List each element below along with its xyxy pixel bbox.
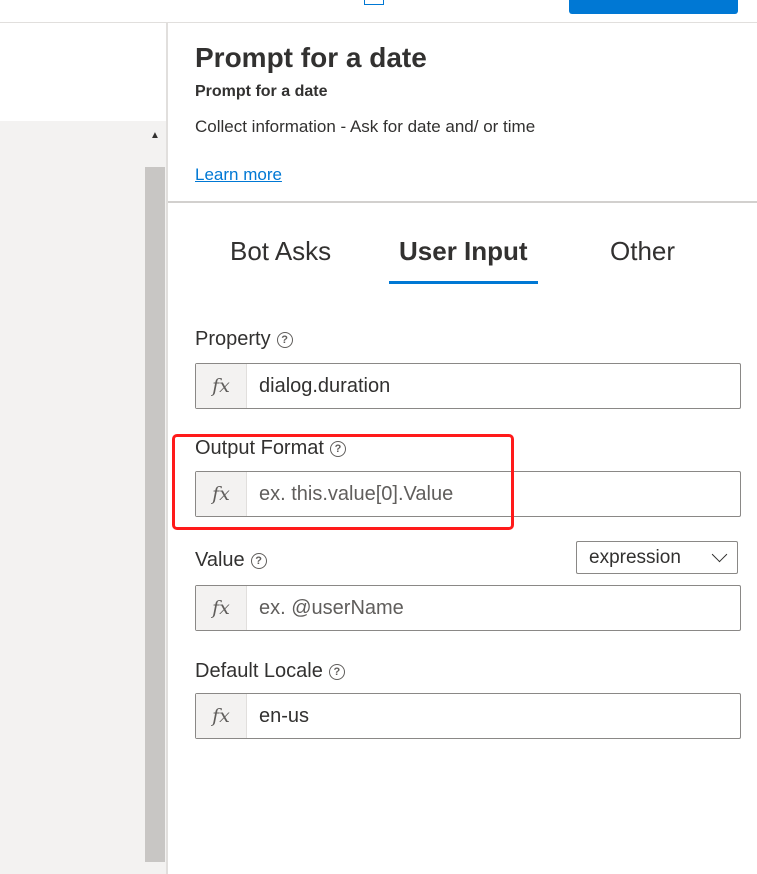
property-label: Property bbox=[195, 328, 271, 350]
default-locale-label: Default Locale bbox=[195, 660, 323, 682]
page-title: Prompt for a date bbox=[195, 42, 427, 73]
help-icon[interactable]: ? bbox=[250, 552, 267, 569]
property-field[interactable]: fx bbox=[195, 363, 741, 409]
page-description: Collect information - Ask for date and/ … bbox=[195, 117, 536, 136]
left-pane: ▲ bbox=[0, 23, 166, 874]
default-locale-label-row: Default Locale ? bbox=[195, 660, 345, 683]
tab-bar: Bot Asks User Input Other bbox=[168, 233, 757, 284]
property-pane: Prompt for a date Prompt for a date Coll… bbox=[168, 23, 757, 874]
tab-bot-asks[interactable]: Bot Asks bbox=[230, 233, 331, 281]
fx-icon: fx bbox=[196, 472, 247, 516]
value-input[interactable] bbox=[247, 586, 740, 630]
value-type-selected: expression bbox=[589, 546, 681, 568]
chevron-down-icon bbox=[711, 546, 728, 563]
tab-user-input[interactable]: User Input bbox=[389, 233, 538, 284]
property-pane-header: Prompt for a date Prompt for a date Coll… bbox=[168, 23, 757, 203]
property-label-row: Property ? bbox=[195, 328, 293, 351]
value-field[interactable]: fx bbox=[195, 585, 741, 631]
top-bar bbox=[0, 0, 757, 23]
property-input[interactable] bbox=[247, 364, 740, 408]
scroll-thumb[interactable] bbox=[145, 167, 165, 862]
tab-other[interactable]: Other bbox=[610, 233, 675, 281]
value-type-dropdown[interactable]: expression bbox=[576, 541, 738, 574]
output-format-field[interactable]: fx bbox=[195, 471, 741, 517]
vertical-scrollbar[interactable]: ▲ bbox=[144, 121, 166, 874]
scroll-up-icon[interactable]: ▲ bbox=[144, 129, 166, 143]
primary-action-button[interactable] bbox=[569, 0, 738, 14]
help-icon[interactable]: ? bbox=[329, 440, 346, 457]
design-canvas[interactable] bbox=[0, 121, 144, 874]
default-locale-field[interactable]: fx bbox=[195, 693, 741, 739]
help-icon[interactable]: ? bbox=[276, 331, 293, 348]
default-locale-input[interactable] bbox=[247, 694, 740, 738]
value-label: Value bbox=[195, 549, 245, 571]
fx-icon: fx bbox=[196, 694, 247, 738]
help-icon[interactable]: ? bbox=[328, 663, 345, 680]
toolbar-icon[interactable] bbox=[364, 0, 384, 5]
output-format-label-row: Output Format ? bbox=[195, 437, 346, 460]
page-subtitle: Prompt for a date bbox=[195, 83, 328, 100]
fx-icon: fx bbox=[196, 364, 247, 408]
learn-more-link[interactable]: Learn more bbox=[195, 165, 282, 185]
output-format-label: Output Format bbox=[195, 437, 324, 459]
fx-icon: fx bbox=[196, 586, 247, 630]
value-label-row: Value ? bbox=[195, 549, 267, 572]
output-format-input[interactable] bbox=[247, 472, 740, 516]
